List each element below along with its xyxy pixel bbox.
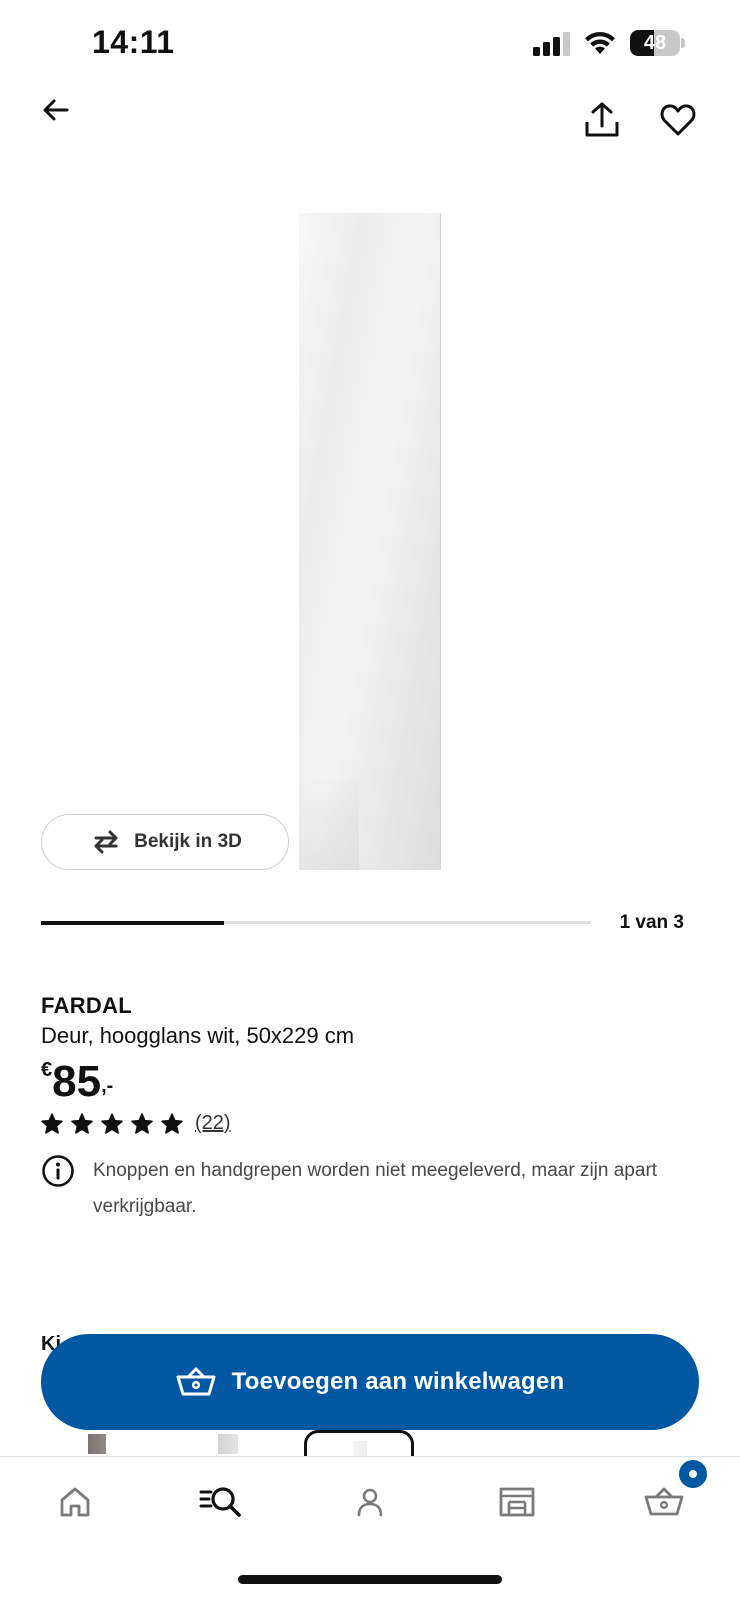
battery-level: 48 [643,32,667,54]
price-value: 85 [52,1057,102,1106]
favorite-button[interactable] [656,98,700,142]
gallery-counter: 1 van 3 [619,912,684,933]
battery-icon: 48 [630,30,686,56]
search-icon [199,1487,241,1517]
signal-icon [533,32,570,56]
share-icon [585,102,619,137]
cart-badge [676,1457,710,1491]
status-time: 14:11 [92,24,175,60]
price-suffix: ,- [101,1075,114,1097]
share-button[interactable] [580,98,624,142]
product-page: 14:11 48 Bekijk in 3D 1 van 3 FARDAL Deu… [0,0,740,1600]
rating[interactable]: (22) [41,1112,231,1135]
product-description: Deur, hoogglans wit, 50x229 cm [41,1023,355,1048]
star-icon [41,1112,63,1134]
home-icon [60,1487,90,1517]
variant-thumbnails [0,1430,740,1460]
back-button[interactable] [36,90,76,130]
review-count-link[interactable]: (22) [195,1112,231,1135]
info-icon [42,1155,74,1187]
star-icon [71,1112,93,1134]
view-3d-button[interactable]: Bekijk in 3D [41,814,289,870]
battery-body: 48 [630,30,680,56]
info-note: Knoppen en handgrepen worden niet meegel… [41,1154,681,1225]
star-icon [131,1112,153,1134]
nav-stores[interactable] [489,1477,545,1527]
price: € 85 ,- [41,1055,113,1109]
heart-icon [660,104,696,136]
nav-search[interactable] [193,1477,249,1527]
home-indicator[interactable] [238,1575,502,1584]
star-icon [101,1112,123,1134]
star-rating [41,1112,183,1135]
star-icon [161,1112,183,1134]
back-arrow-icon [43,99,69,121]
basket-icon [176,1367,216,1396]
nav-profile[interactable] [342,1477,398,1527]
store-icon [499,1487,535,1517]
status-bar: 14:11 48 [0,0,740,80]
add-to-cart-button[interactable]: Toevoegen aan winkelwagen [41,1334,699,1430]
product-image[interactable] [299,213,441,870]
view-3d-label: Bekijk in 3D [134,831,242,852]
variant-thumb-light[interactable] [218,1434,238,1454]
cart-icon [644,1487,684,1516]
rotate-3d-icon [94,830,118,854]
gallery-progress [41,920,591,925]
variant-thumb-dark[interactable] [88,1434,106,1454]
cart-badge-dot [689,1470,697,1478]
profile-icon [357,1488,383,1517]
gallery-progress-fill [41,920,225,925]
battery-cap [681,38,685,48]
nav-home[interactable] [47,1477,103,1527]
price-currency: € [41,1059,53,1081]
wifi-icon [585,31,615,54]
product-name: FARDAL [41,993,133,1018]
add-to-cart-label: Toevoegen aan winkelwagen [231,1368,565,1395]
info-note-text: Knoppen en handgrepen worden niet meegel… [93,1160,658,1217]
